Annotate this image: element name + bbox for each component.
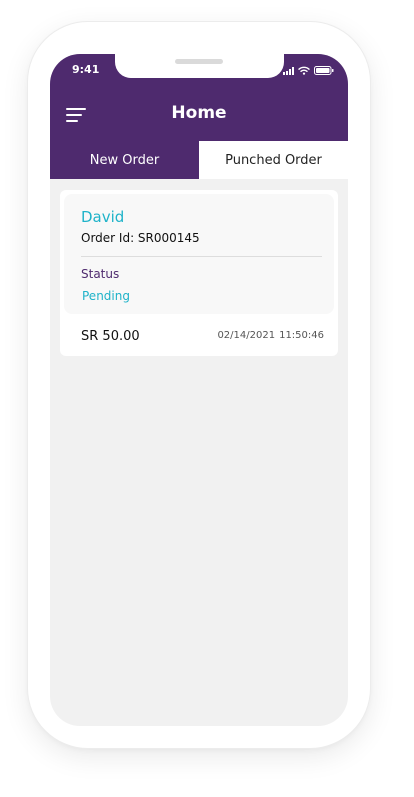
tab-punched-order[interactable]: Punched Order bbox=[199, 141, 348, 179]
app-header: 9:41 Home bbox=[50, 54, 348, 141]
order-card-details: David Order Id: SR000145 Status Pending bbox=[64, 194, 334, 314]
battery-icon bbox=[314, 66, 334, 75]
order-tabs: New Order Punched Order bbox=[50, 141, 348, 179]
card-divider bbox=[81, 256, 322, 257]
app-screen: 9:41 Home New Order Punched Order David … bbox=[50, 54, 348, 726]
customer-name: David bbox=[81, 208, 125, 226]
order-time: 11:50:46 bbox=[279, 330, 324, 341]
status-label: Status bbox=[81, 267, 120, 281]
order-datetime: 02/14/2021 11:50:46 bbox=[217, 330, 324, 341]
phone-notch bbox=[115, 54, 284, 78]
order-amount: SR 50.00 bbox=[81, 329, 140, 344]
page-title: Home bbox=[171, 103, 227, 123]
order-date: 02/14/2021 bbox=[217, 330, 276, 341]
status-bar-icons bbox=[283, 66, 334, 75]
cellular-signal-icon bbox=[283, 67, 294, 75]
speaker-grille bbox=[175, 59, 223, 64]
wifi-icon bbox=[298, 66, 310, 75]
status-value: Pending bbox=[82, 289, 130, 303]
status-bar-time: 9:41 bbox=[72, 63, 100, 76]
order-card[interactable]: David Order Id: SR000145 Status Pending … bbox=[60, 190, 338, 356]
tab-new-order[interactable]: New Order bbox=[50, 141, 199, 179]
order-id: Order Id: SR000145 bbox=[81, 231, 200, 245]
